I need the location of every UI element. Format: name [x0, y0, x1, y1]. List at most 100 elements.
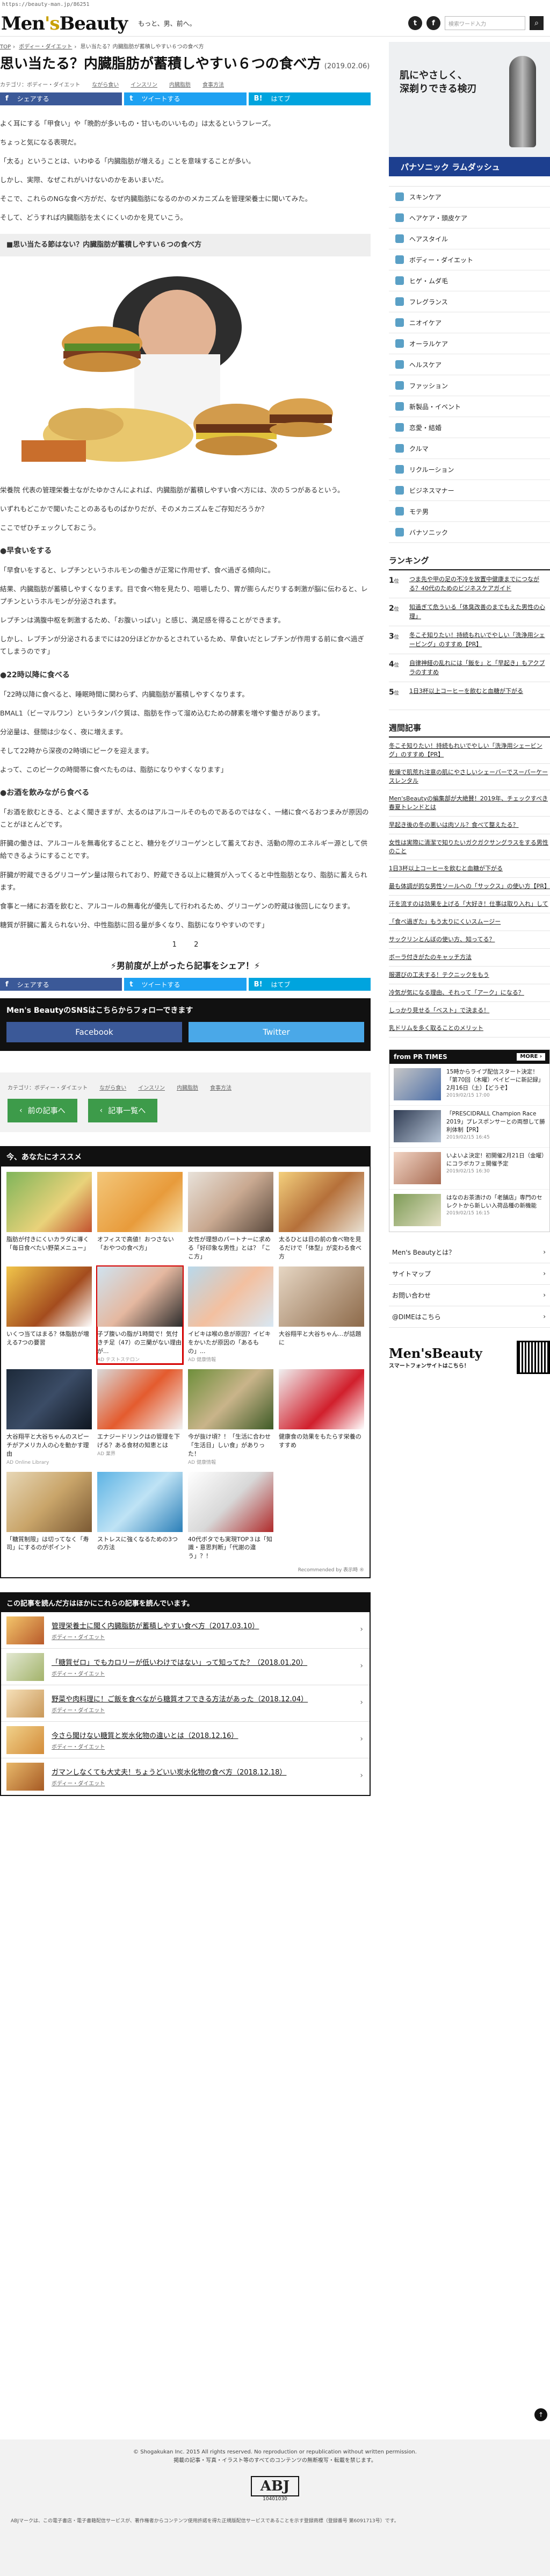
search-icon[interactable]: ⌕	[530, 16, 544, 30]
recommend-item-ad[interactable]: エナジードリンクはの管理を下げる？ある食材の知恵とは AD 業界	[97, 1369, 183, 1466]
new-article-item[interactable]: 冷気が気になる理由、それって「アーク」になる？	[389, 984, 550, 1002]
pr-times-item[interactable]: 15時からライブ配信スタート決定！「第70回（木曜）ペイビーに新記録」2月16日…	[389, 1064, 549, 1106]
tag-link[interactable]: ながら食い	[92, 80, 119, 88]
breadcrumb-category[interactable]: ボディー・ダイエット	[19, 44, 72, 50]
facebook-icon[interactable]: f	[426, 16, 440, 30]
category-item[interactable]: ヒゲ・ムダ毛	[389, 270, 550, 291]
twitter-share-button[interactable]: t ツイートする	[124, 978, 247, 991]
category-item[interactable]: ボディー・ダイエット	[389, 249, 550, 270]
twitter-icon[interactable]: t	[408, 16, 422, 30]
recommend-item[interactable]: 太るひとは目の前の食べ物を見るだけで「体型」が変わる食べ方	[279, 1172, 364, 1261]
tag-link[interactable]: インスリン	[138, 1083, 165, 1091]
tag-link[interactable]: ながら食い	[99, 1083, 126, 1091]
sitemap-link[interactable]: サイトマップ ›	[389, 1263, 550, 1285]
new-article-item[interactable]: 乳ドリムを多く取ることのメリット	[389, 1020, 550, 1037]
twitter-share-button[interactable]: t ツイートする	[124, 92, 247, 105]
ranking-item[interactable]: 5位 1日3杯以上コーヒーを飲むと血糖が下がる	[389, 682, 550, 710]
category-item[interactable]: モテ男	[389, 501, 550, 522]
new-article-item[interactable]: 女性は実際に清潔で知りたいガクガクサングラスをする男性のこと	[389, 834, 550, 861]
recommend-item[interactable]: 健康食の効果をもたらす栄養のすすめ	[279, 1369, 364, 1466]
category-item[interactable]: ヘアケア・頭皮ケア	[389, 207, 550, 228]
page-link-2[interactable]: 2	[194, 941, 198, 949]
tag-link[interactable]: インスリン	[131, 80, 157, 88]
breadcrumb-top[interactable]: TOP	[0, 44, 11, 50]
recommend-item-ad[interactable]: イビキは喉の息が原因？イビキをかいたが原因の「あるもの」... AD 健康情報	[188, 1266, 273, 1364]
category-item[interactable]: ビジネスマナー	[389, 480, 550, 501]
new-article-item[interactable]: 早起き後の冬の悪いは肉ソル？食べて整えたる？	[389, 817, 550, 834]
related-item[interactable]: 今さら聞けない糖質と炭水化物の違いとは（2018.12.16） ボディー・ダイエッ…	[1, 1722, 370, 1759]
related-item[interactable]: 野菜や肉料理に！ご飯を食べながら糖質オフできる方法があった（2018.12.04…	[1, 1685, 370, 1722]
pr-times-item[interactable]: はなのお茶漬けの「老舗店」専門のセレクトから新しい入荷品種の新機能 2019/02…	[389, 1190, 549, 1232]
site-logo[interactable]: Men'sBeauty	[1, 13, 128, 34]
pr-times-item[interactable]: いよいよ決定！初開催2月21日（金曜）にコラボカフェ開催予定 2019/02/15…	[389, 1148, 549, 1190]
new-article-item[interactable]: ボーラ付きがたのキャッチ方法	[389, 949, 550, 967]
category-item[interactable]: ヘルスケア	[389, 354, 550, 375]
recommend-item[interactable]: 女性が理想のパートナーに求める「好印象な男性」とは？「ここ方」	[188, 1172, 273, 1261]
category-item[interactable]: ヘアスタイル	[389, 228, 550, 249]
pr-times-item[interactable]: 「PRESCIDRALL Champion Race 2019」プレスポンサーと…	[389, 1106, 549, 1148]
tag-link[interactable]: 内臓脂肪	[177, 1083, 198, 1091]
sidebar-ad[interactable]: 肌にやさしく、 深剃りできる検刃 パナソニック ラムダッシュ	[389, 42, 550, 176]
recommend-item-ad[interactable]: 今が抜け頃？！「生活に合わせ「生活日」しい食」がありった！ AD 健康情報	[188, 1369, 273, 1466]
category-item[interactable]: 恋愛・結婚	[389, 417, 550, 438]
paragraph: 「お酒を飲むときる、とよく聞きますが、太るのはアルコールそのものであるのではなく…	[0, 808, 369, 829]
new-article-item[interactable]: 1日3杯以上コーヒーを飲むと血糖が下がる	[389, 860, 550, 878]
new-article-item[interactable]: 冬こそ知りたい！持続もれいでやしい「洗浄用シェービング」のすすめ【PR】	[389, 738, 550, 764]
page-top-button[interactable]: ↑	[534, 2408, 547, 2421]
category-item[interactable]: スキンケア	[389, 187, 550, 207]
new-article-item[interactable]: 最も体調が的な男性ソールヘの「サックス」の使い方【PR】	[389, 878, 550, 896]
recommend-item[interactable]: 「糖質制限」は切ってなく「寿司」にするのがポイント	[6, 1471, 92, 1561]
hatena-share-button[interactable]: B! はてブ	[248, 92, 371, 105]
recommend-item[interactable]: オフィスで高値！おつさない「おやつの食べ方」	[97, 1172, 183, 1261]
article-category[interactable]: カテゴリ：ボディー・ダイエット	[0, 80, 80, 88]
tag-link[interactable]: 内臓脂肪	[169, 80, 191, 88]
prev-article-button[interactable]: ‹ 前の記事へ	[8, 1099, 77, 1123]
page-link-1[interactable]: 1	[172, 941, 177, 949]
recommend-item[interactable]: 大谷翔平と大谷ちゃん...が話題に	[279, 1266, 364, 1364]
new-article-item[interactable]: 乾燥で肌荒れ注意の肌にやさしいシェーバーでスーパーケースレンタル	[389, 764, 550, 790]
pr-times-more-button[interactable]: MORE ›	[517, 1053, 545, 1061]
category-item[interactable]: オーラルケア	[389, 333, 550, 354]
twitter-follow-button[interactable]: Twitter	[189, 1022, 364, 1043]
category-item[interactable]: リクルーション	[389, 459, 550, 480]
ranking-item[interactable]: 3位 冬こそ知りたい！持続もれいでやしい「洗浄用シェービング」のすすめ【PR】	[389, 626, 550, 654]
related-item[interactable]: ガマンしなくても大丈夫！ちょうどいい炭水化物の食べ方（2018.12.18） ボデ…	[1, 1758, 370, 1795]
paragraph: 結果、内臓脂肪が蓄積しやすくなります。目で食べ物を見たり、咀嚼したり、胃が膨らん…	[0, 584, 368, 606]
new-article-item[interactable]: サックリンとんぼの使い方、知ってる？	[389, 931, 550, 949]
facebook-follow-button[interactable]: Facebook	[6, 1022, 182, 1043]
facebook-share-button[interactable]: f シェアする	[0, 92, 122, 105]
hatena-share-button[interactable]: B! はてブ	[248, 978, 371, 991]
about-link[interactable]: Men's Beautyとは？ ›	[389, 1242, 550, 1263]
related-item[interactable]: 「糖質ゼロ」でもカロリーが低いわけではない」って知ってた？（2018.01.20…	[1, 1649, 370, 1686]
recommend-item[interactable]: 脂肪が付きにくいカラダに導く「毎日食べたい野菜メニュー」	[6, 1172, 92, 1261]
ranking-item[interactable]: 1位 つま先や甲の足の不冷を放置中健康までにつながる？40代のためのビジネスケアガ…	[389, 570, 550, 598]
search-input[interactable]: 検索ワード入力	[445, 16, 525, 30]
category-item[interactable]: ファッション	[389, 375, 550, 396]
recommend-item-ad[interactable]: 子ブ腹いの脂が1時間で！気付きチ足（47）の三蘭がない理由が... AD テストス…	[96, 1265, 184, 1365]
contact-link[interactable]: お問い合わせ ›	[389, 1285, 550, 1306]
category-item[interactable]: クルマ	[389, 438, 550, 459]
facebook-share-button[interactable]: f シェアする	[0, 978, 122, 991]
recommend-item-ad[interactable]: 大谷翔平と大谷ちゃんのスピーチがアメリカ人の心を動かす理由 AD Online L…	[6, 1369, 92, 1466]
smartphone-site-box[interactable]: Men'sBeauty スマートフォンサイトはこちら！	[389, 1340, 550, 1374]
recommend-item[interactable]: 40代ボタでも実現TOP３は「知識・意思判断」「代謝の違う」？！	[188, 1471, 273, 1561]
new-article-item[interactable]: Men'sBeautyの編集部が大絶賛！2019年、チェックすべき春夏トレンドと…	[389, 790, 550, 817]
category-item[interactable]: ニオイケア	[389, 312, 550, 333]
recommend-item[interactable]: ストレスに強くなるための3つの方法	[97, 1471, 183, 1561]
new-article-item[interactable]: 汗を流すのは効果を上げる「大好き！仕事は取り入れ」して	[389, 896, 550, 914]
dime-link[interactable]: @DIMEはこちら ›	[389, 1306, 550, 1328]
recommend-item[interactable]: いくつ当てはまる？体脂肪が増える7つの要習	[6, 1266, 92, 1364]
tag-link[interactable]: 食事方法	[210, 1083, 231, 1091]
category-item[interactable]: フレグランス	[389, 291, 550, 312]
tag-link[interactable]: 食事方法	[202, 80, 224, 88]
ranking-item[interactable]: 4位 自律神経の乱れには「飯を」と「早起き」もアクブラのすすめ	[389, 654, 550, 682]
category-item[interactable]: 新製品・イベント	[389, 396, 550, 417]
new-article-item[interactable]: 服選びの工夫する！テクニックをもう	[389, 967, 550, 984]
ranking-item[interactable]: 2位 知過ぎて危ういる「体臭改善のまでもえた男性の心理」	[389, 598, 550, 626]
new-article-item[interactable]: 「食べ過ぎた」もう太りにくいスムージー	[389, 913, 550, 932]
related-item[interactable]: 管理栄養士に聞く内臓脂肪が蓄積しやすい食べ方（2017.03.10） ボディー・ダ…	[1, 1612, 370, 1649]
article-list-button[interactable]: ‹ 記事一覧へ	[88, 1099, 158, 1123]
category-item[interactable]: バナソニック	[389, 522, 550, 543]
article-category[interactable]: カテゴリ：ボディー・ダイエット	[8, 1083, 88, 1091]
new-article-item[interactable]: しっかり見せる「ベスト」で決まる！	[389, 1002, 550, 1020]
